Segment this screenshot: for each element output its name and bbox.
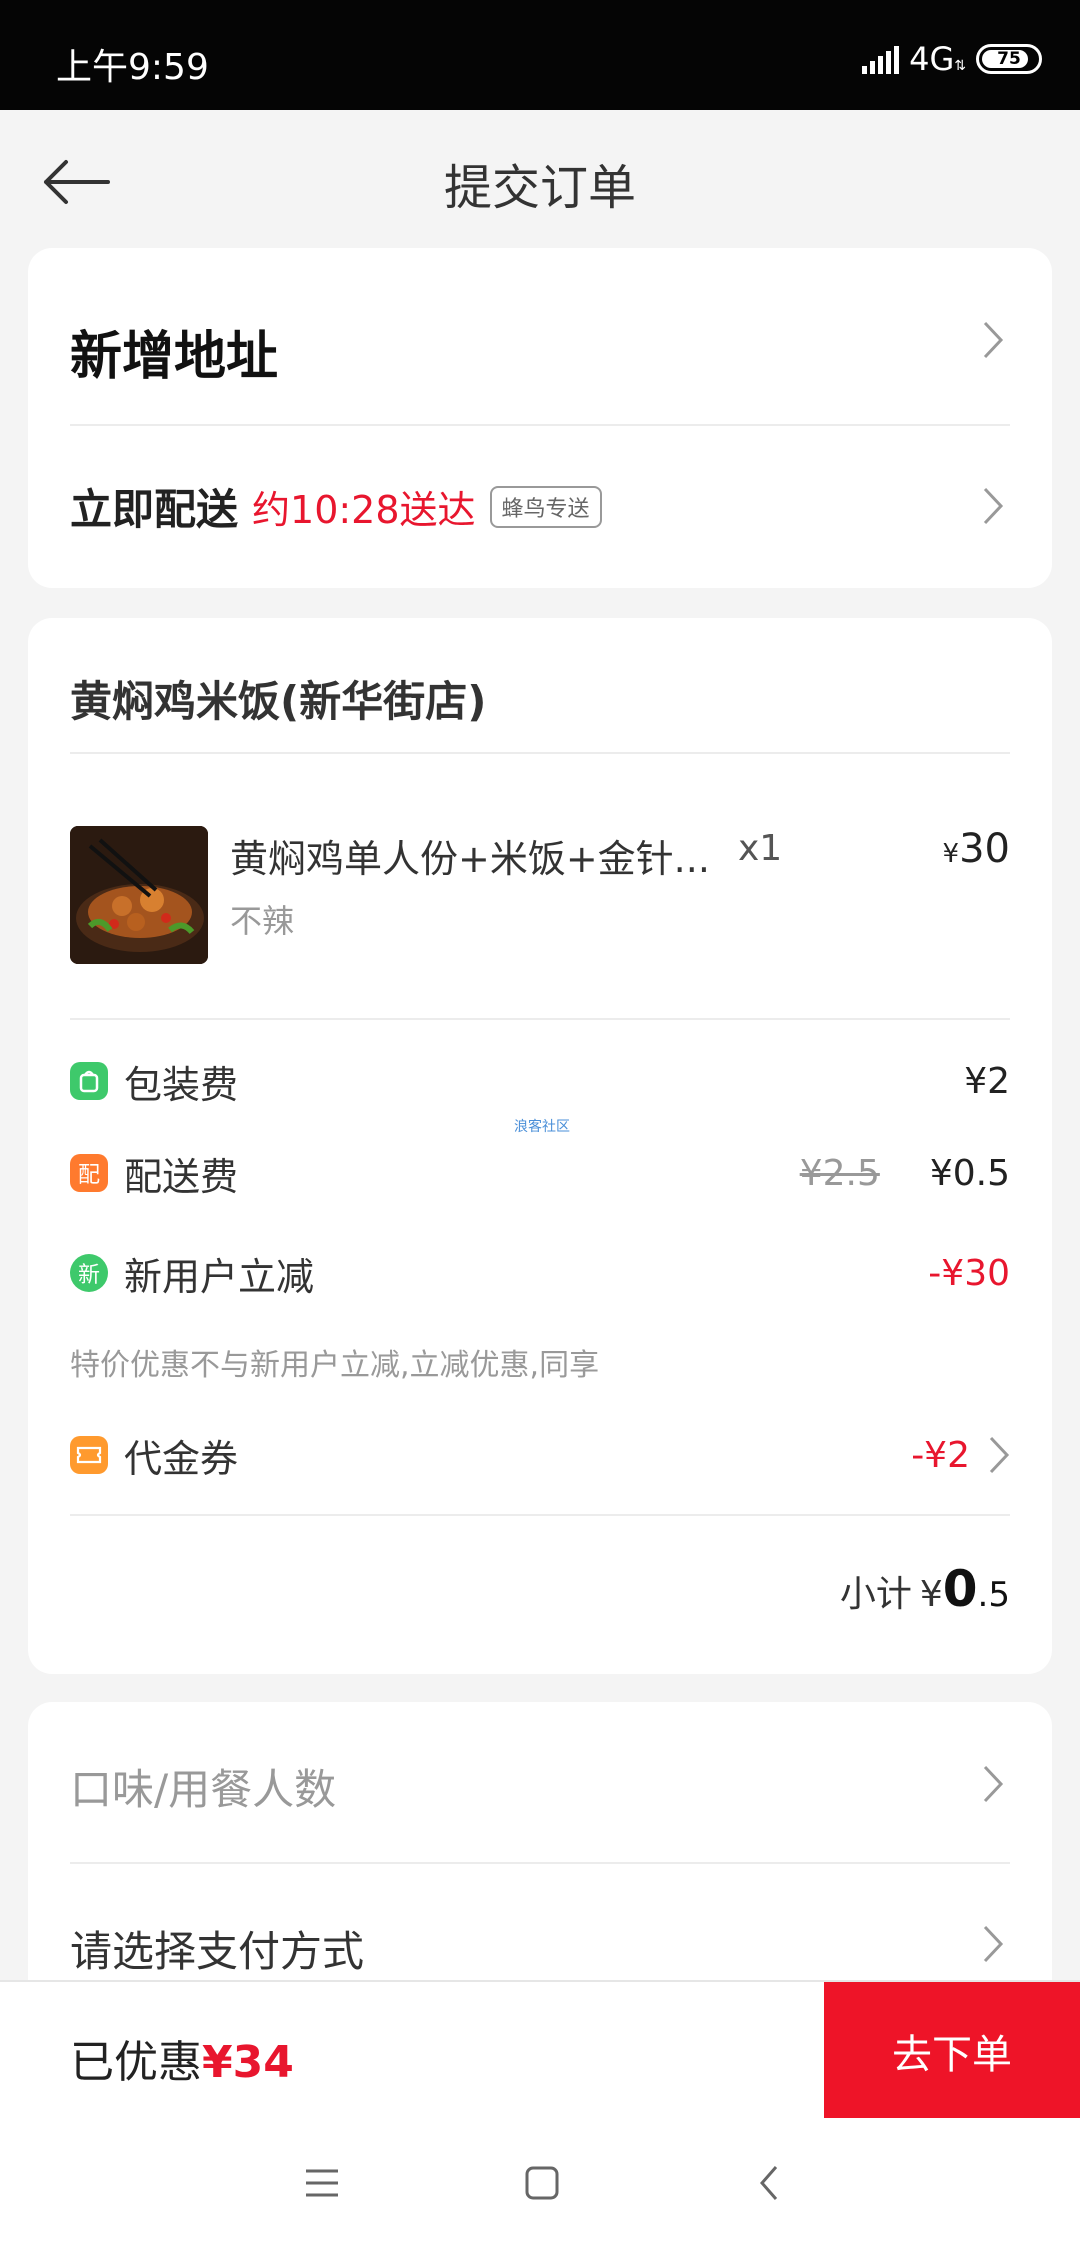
- delivery-fee-icon: 配: [70, 1154, 108, 1192]
- fee-original: ¥2.5: [799, 1152, 880, 1194]
- delivery-option[interactable]: 立即配送 约10:28送达 蜂鸟专送: [70, 476, 1010, 537]
- chevron-right-icon[interactable]: [982, 1924, 1004, 1964]
- delivery-label: 立即配送: [70, 485, 239, 534]
- fee-value: ¥0.5: [929, 1152, 1010, 1194]
- chevron-right-icon[interactable]: [982, 320, 1004, 360]
- chevron-right-icon[interactable]: [982, 1764, 1004, 1804]
- new-user-discount-row: 新 新用户立减 -¥30: [70, 1248, 1010, 1299]
- food-quantity: x1: [738, 828, 783, 869]
- submit-order-button[interactable]: 去下单: [824, 1982, 1080, 2120]
- packing-fee-row: 包装费 ¥2: [70, 1056, 1010, 1107]
- back-icon[interactable]: [750, 2163, 790, 2203]
- divider: [70, 1862, 1010, 1864]
- fee-value: -¥30: [928, 1252, 1010, 1294]
- delivery-eta: 约10:28送达: [252, 488, 476, 532]
- checkout-bar: 已优惠¥34 去下单: [0, 1980, 1080, 2120]
- divider: [70, 1514, 1010, 1516]
- home-icon[interactable]: [522, 2163, 562, 2203]
- promo-note: 特价优惠不与新用户立减,立减优惠,同享: [70, 1348, 600, 1383]
- voucher-row[interactable]: 代金券 -¥2: [70, 1430, 1010, 1481]
- nav-bar: 提交订单: [0, 110, 1080, 250]
- subtotal: 小计 ¥0.5: [839, 1560, 1010, 1618]
- status-time: 上午9:59: [56, 47, 209, 88]
- shop-name: 黄焖鸡米饭(新华街店): [70, 677, 487, 726]
- food-name: 黄焖鸡单人份+米饭+金针...: [230, 837, 710, 881]
- address-card: 新增地址 立即配送 约10:28送达 蜂鸟专送: [28, 248, 1052, 588]
- network-type: 4G⇅: [909, 40, 966, 78]
- delivery-tag: 蜂鸟专送: [489, 485, 602, 528]
- new-user-icon: 新: [70, 1254, 108, 1292]
- fee-label: 配送费: [124, 1154, 239, 1199]
- voucher-label: 代金券: [124, 1436, 239, 1481]
- signal-icon: [862, 44, 900, 74]
- order-card: 黄焖鸡米饭(新华街店) 黄焖鸡单人份+米饭+金针... x1 ¥30 不辣 包装…: [28, 618, 1052, 1674]
- voucher-icon: [70, 1436, 108, 1474]
- options-card: 口味/用餐人数 请选择支付方式: [28, 1702, 1052, 2022]
- status-indicators: 4G⇅ 75: [862, 40, 1042, 78]
- taste-option[interactable]: 口味/用餐人数: [70, 1756, 1010, 1817]
- payment-option[interactable]: 请选择支付方式: [70, 1918, 1010, 1979]
- menu-icon[interactable]: [302, 2163, 342, 2203]
- divider: [70, 424, 1010, 426]
- add-address-button[interactable]: 新增地址: [70, 314, 1010, 389]
- page-title: 提交订单: [443, 160, 636, 216]
- status-bar: 上午9:59 4G⇅ 75: [0, 0, 1080, 110]
- food-spec: 不辣: [230, 902, 295, 940]
- chevron-right-icon: [989, 1436, 1010, 1474]
- delivery-fee-row: 配 配送费 ¥2.5 ¥0.5: [70, 1148, 1010, 1199]
- food-price: ¥30: [942, 826, 1010, 872]
- fee-label: 新用户立减: [124, 1254, 315, 1299]
- battery-level: 75: [997, 49, 1021, 69]
- saved-amount: 已优惠¥34: [70, 2037, 294, 2088]
- voucher-value: -¥2: [911, 1434, 970, 1476]
- packing-fee-icon: [70, 1062, 108, 1100]
- fee-label: 包装费: [124, 1062, 239, 1107]
- watermark: 浪客社区: [514, 1119, 570, 1135]
- divider: [70, 1018, 1010, 1020]
- battery-icon: 75: [976, 44, 1042, 74]
- divider: [70, 752, 1010, 754]
- system-navigation: [0, 2118, 1080, 2248]
- chevron-right-icon[interactable]: [982, 486, 1004, 526]
- fee-value: ¥2: [964, 1060, 1010, 1102]
- food-image: [70, 826, 208, 964]
